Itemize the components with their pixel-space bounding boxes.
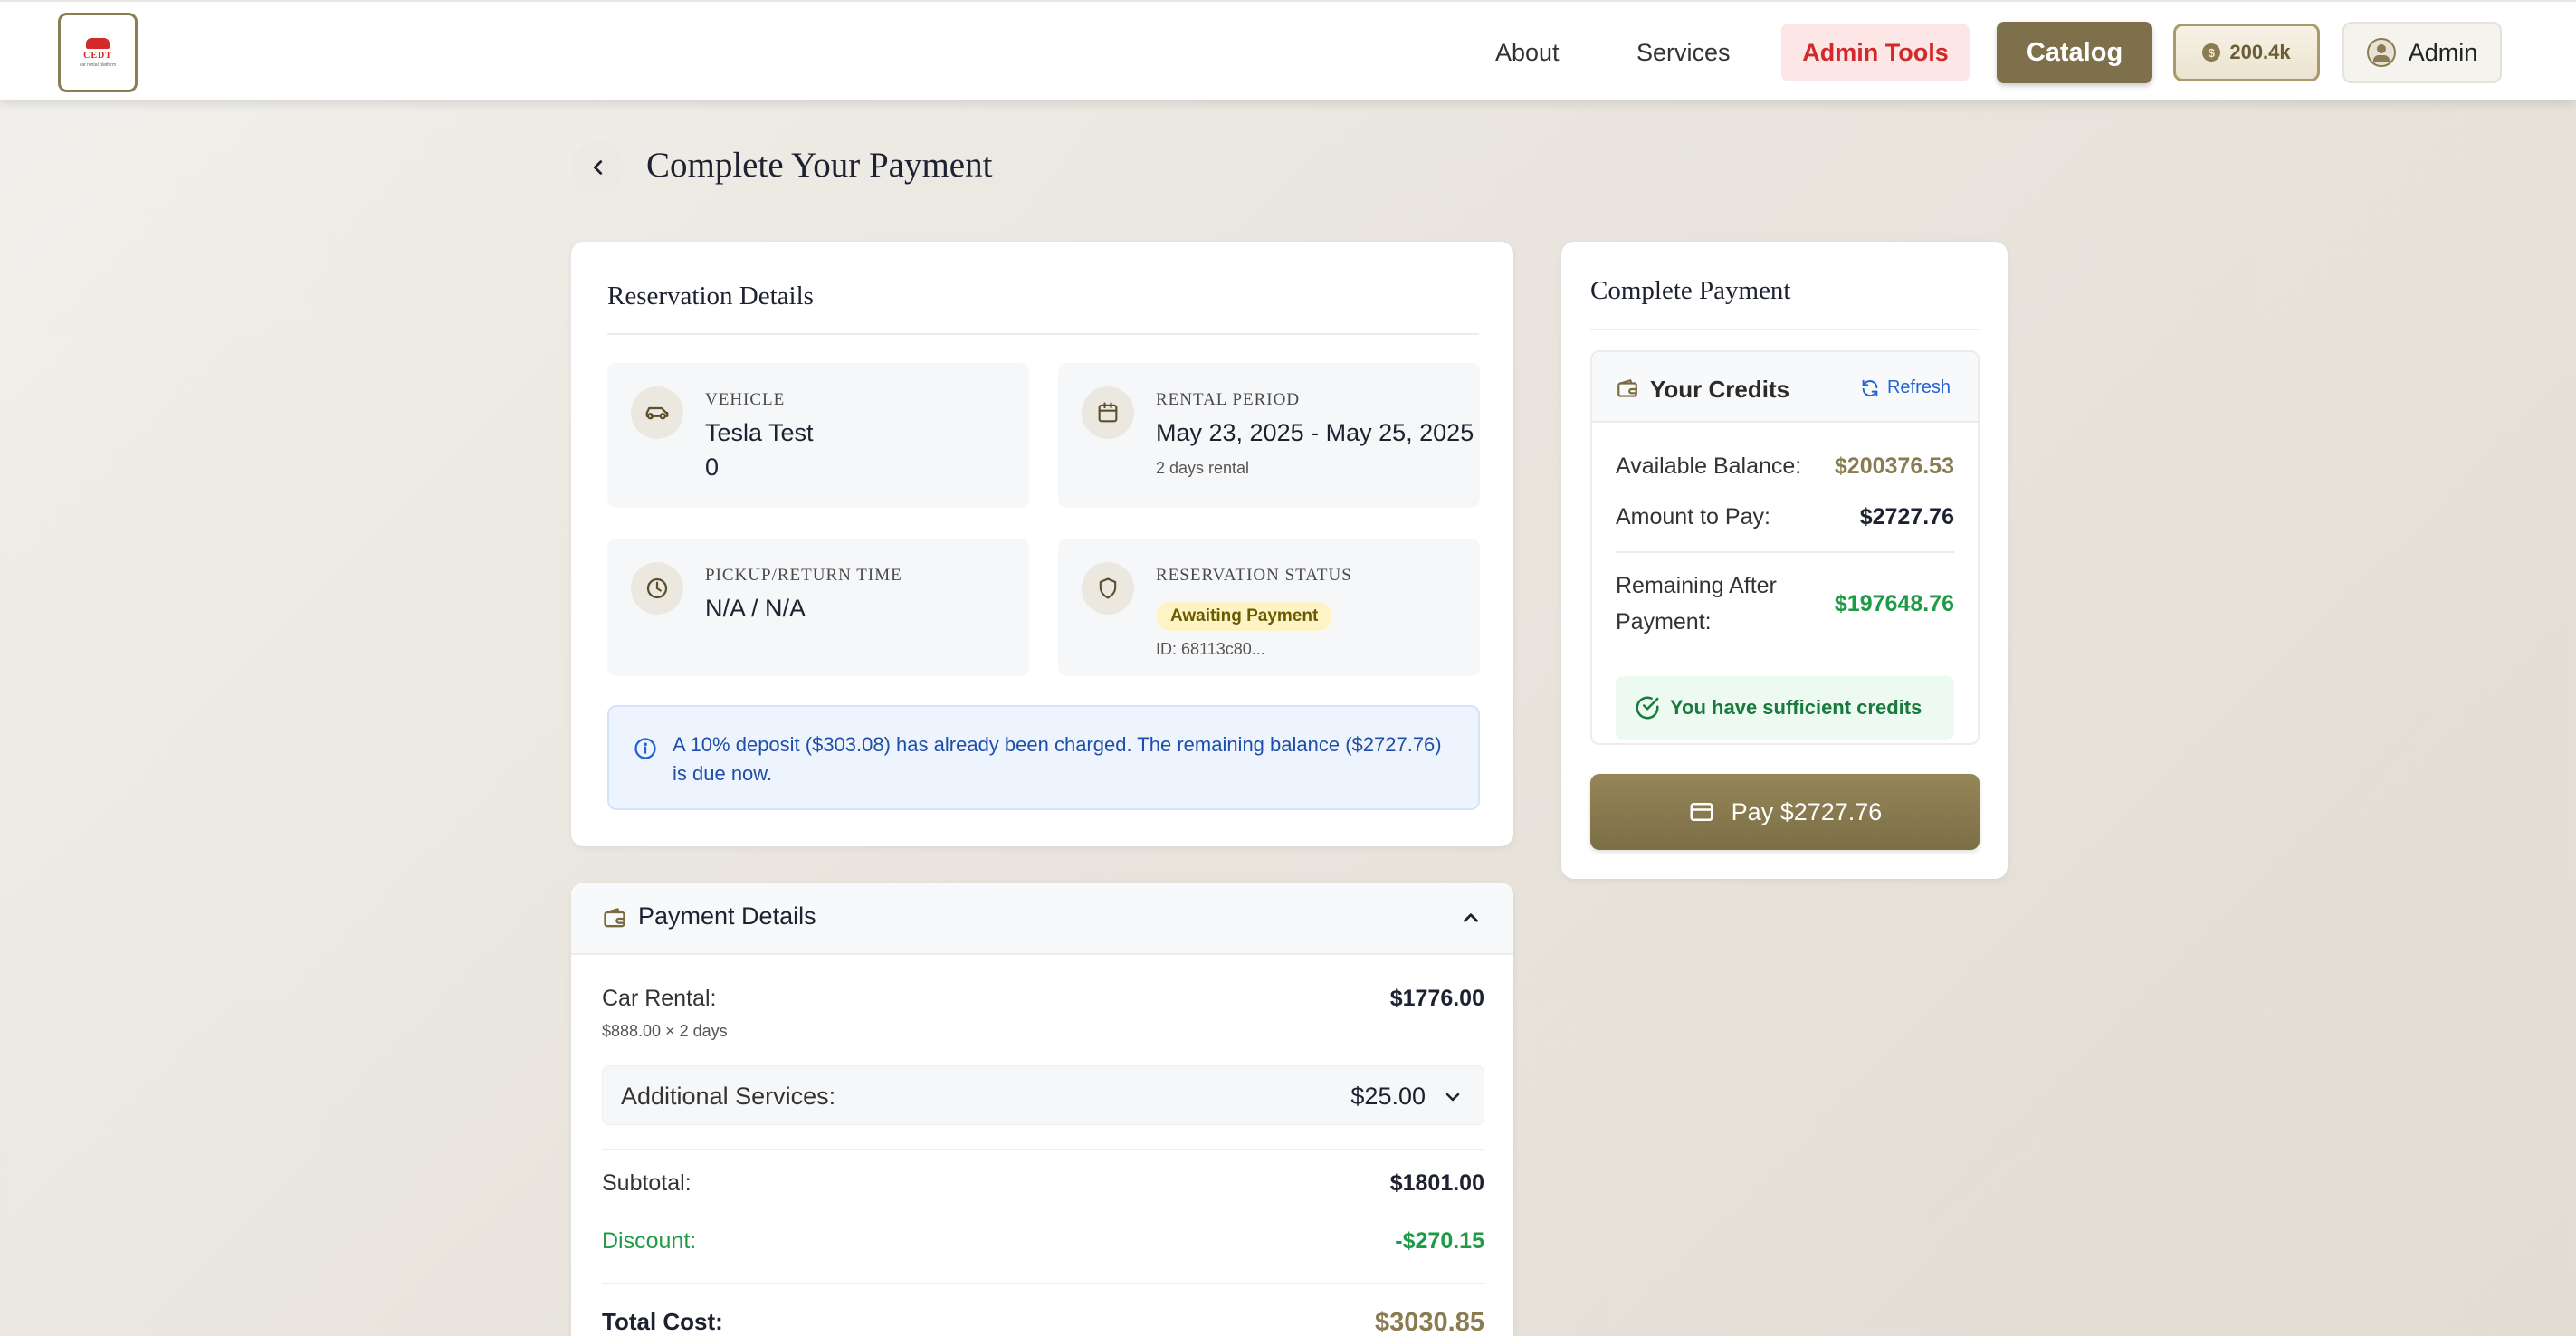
catalog-button[interactable]: Catalog	[1997, 22, 2152, 83]
user-avatar-icon	[2366, 38, 2396, 67]
your-credits-title: Your Credits	[1650, 376, 1790, 403]
chevron-up-icon[interactable]	[1459, 906, 1483, 934]
logo-roof-shape	[86, 37, 110, 49]
reservation-status-tile: RESERVATION STATUS Awaiting Payment ID: …	[1058, 539, 1480, 676]
pickup-return-label: PICKUP/RETURN TIME	[705, 566, 902, 585]
logo-subtext: car rental platform	[79, 62, 117, 68]
reservation-id: ID: 68113c80...	[1156, 640, 1265, 658]
deposit-notice-text: A 10% deposit ($303.08) has already been…	[673, 733, 1442, 785]
divider	[607, 333, 1479, 335]
pay-button-label: Pay $2727.76	[1731, 797, 1883, 825]
subtotal-label: Subtotal:	[602, 1170, 692, 1196]
pay-button[interactable]: Pay $2727.76	[1590, 774, 1980, 850]
clock-icon	[631, 562, 683, 615]
reservation-details-card: Reservation Details VEHICLE Tesla Test 0…	[571, 242, 1513, 846]
user-menu-button[interactable]: Admin	[2342, 22, 2502, 83]
logo-text: CEDT	[83, 50, 112, 61]
complete-payment-title: Complete Payment	[1590, 276, 1791, 305]
refresh-icon	[1862, 379, 1878, 396]
car-rental-value: $1776.00	[1389, 986, 1484, 1011]
catalog-label: Catalog	[2026, 37, 2123, 67]
check-circle-icon	[1634, 694, 1661, 726]
remaining-after-payment-value: $197648.76	[1834, 591, 1954, 616]
rental-period-dates: May 23, 2025 - May 25, 2025	[1156, 419, 1474, 446]
payment-details-header[interactable]: Payment Details	[571, 883, 1513, 955]
discount-value: -$270.15	[1395, 1228, 1484, 1254]
vehicle-label: VEHICLE	[705, 390, 786, 409]
amount-to-pay-label: Amount to Pay:	[1616, 504, 1770, 530]
admin-tools-label: Admin Tools	[1802, 38, 1949, 66]
divider	[1616, 551, 1954, 553]
info-icon	[633, 736, 658, 766]
reservation-details-title: Reservation Details	[607, 282, 814, 310]
subtotal-value: $1801.00	[1389, 1170, 1484, 1196]
chevron-left-icon	[593, 160, 603, 175]
credit-card-icon	[1690, 803, 1713, 821]
payment-details-card: Payment Details Car Rental: $1776.00 $88…	[571, 883, 1513, 1336]
available-balance-row: Available Balance: $200376.53	[1616, 453, 1954, 480]
calendar-icon	[1082, 386, 1134, 439]
wallet-icon	[1616, 377, 1639, 406]
site-logo[interactable]: CEDT car rental platform	[58, 13, 138, 92]
deposit-notice: A 10% deposit ($303.08) has already been…	[607, 705, 1480, 810]
your-credits-header: Your Credits Refresh	[1592, 352, 1978, 423]
vehicle-name: Tesla Test	[705, 419, 814, 446]
car-rental-breakdown: $888.00 × 2 days	[602, 1022, 728, 1040]
divider	[602, 1283, 1484, 1284]
car-rental-label: Car Rental:	[602, 986, 717, 1011]
reservation-status-label: RESERVATION STATUS	[1156, 566, 1352, 585]
additional-services-value: $25.00	[1350, 1083, 1426, 1110]
divider	[1590, 329, 1979, 330]
wallet-icon	[602, 906, 627, 936]
available-balance-value: $200376.53	[1834, 453, 1954, 479]
top-navbar: CEDT car rental platform About Services …	[0, 0, 2576, 100]
pickup-return-value: N/A / N/A	[705, 595, 806, 622]
pickup-return-tile: PICKUP/RETURN TIME N/A / N/A	[607, 539, 1029, 676]
credits-balance-button[interactable]: $ 200.4k	[2173, 24, 2320, 81]
rental-duration: 2 days rental	[1156, 459, 1250, 477]
chevron-down-icon	[1442, 1086, 1464, 1112]
your-credits-panel: Your Credits Refresh Available Balance: …	[1590, 350, 1980, 745]
complete-payment-card: Complete Payment Your Credits Refresh Av…	[1561, 242, 2008, 879]
user-name-label: Admin	[2408, 38, 2478, 66]
total-cost-value: $3030.85	[1375, 1308, 1484, 1336]
sufficient-credits-text: You have sufficient credits	[1670, 696, 1922, 719]
amount-to-pay-row: Amount to Pay: $2727.76	[1616, 504, 1954, 530]
shield-icon	[1082, 562, 1134, 615]
admin-tools-button[interactable]: Admin Tools	[1781, 24, 1970, 81]
divider	[602, 1149, 1484, 1150]
amount-to-pay-value: $2727.76	[1859, 504, 1954, 530]
page-title: Complete Your Payment	[646, 146, 993, 185]
rental-period-label: RENTAL PERIOD	[1156, 390, 1301, 409]
back-button[interactable]	[572, 141, 625, 194]
refresh-button[interactable]: Refresh	[1860, 377, 1951, 398]
payment-details-title: Payment Details	[638, 902, 816, 930]
remaining-after-payment-row: Remaining After Payment: $197648.76	[1616, 568, 1954, 640]
car-icon	[631, 386, 683, 439]
discount-label: Discount:	[602, 1228, 697, 1254]
available-balance-label: Available Balance:	[1616, 453, 1802, 479]
status-badge: Awaiting Payment	[1156, 602, 1333, 631]
refresh-label: Refresh	[1886, 377, 1951, 397]
rental-period-tile: RENTAL PERIOD May 23, 2025 - May 25, 202…	[1058, 363, 1480, 508]
credits-balance-label: 200.4k	[2229, 41, 2291, 63]
coin-icon: $	[2202, 43, 2221, 62]
vehicle-tile: VEHICLE Tesla Test 0	[607, 363, 1029, 508]
total-cost-label: Total Cost:	[602, 1308, 723, 1335]
sufficient-credits-alert: You have sufficient credits	[1616, 676, 1954, 740]
additional-services-label: Additional Services:	[621, 1083, 836, 1110]
nav-about-link[interactable]: About	[1479, 24, 1576, 81]
vehicle-extra-value: 0	[705, 453, 720, 481]
additional-services-row[interactable]: Additional Services: $25.00	[602, 1065, 1484, 1125]
nav-services-link[interactable]: Services	[1620, 24, 1747, 81]
